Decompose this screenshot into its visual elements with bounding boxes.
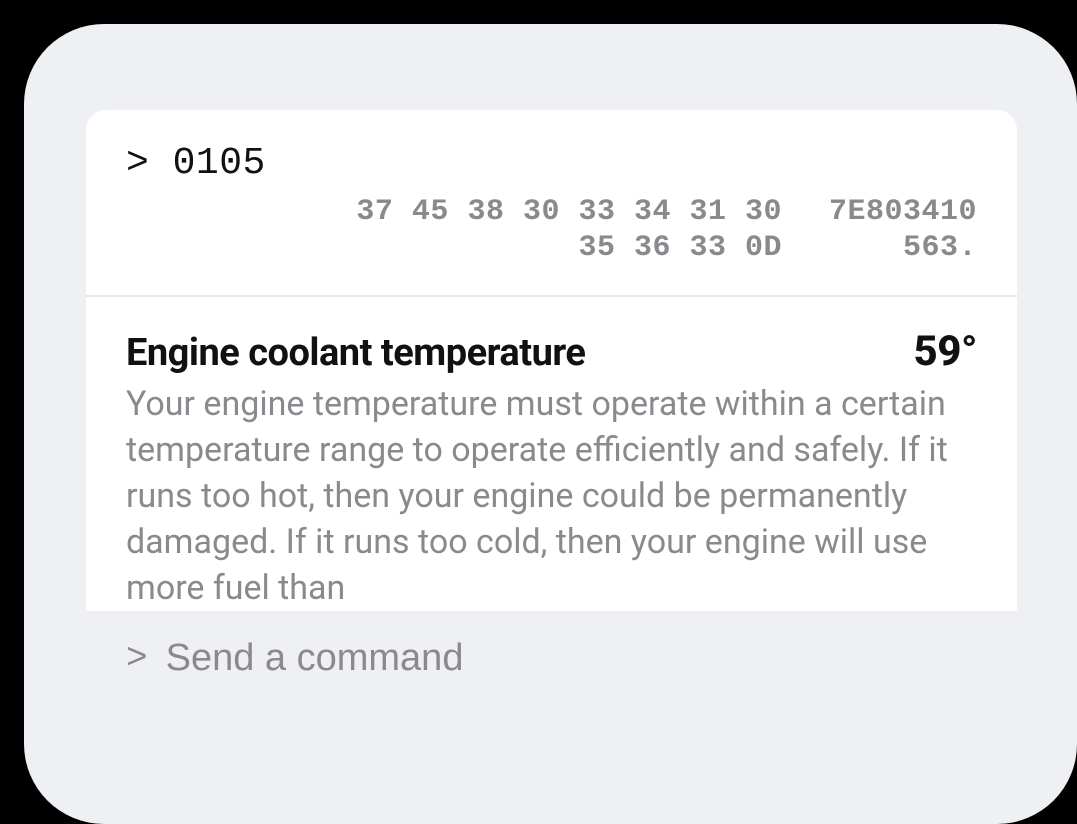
hex-ascii: 7E803410 <box>812 195 977 229</box>
hex-row: 35 36 33 0D 563. <box>126 231 977 265</box>
command-block: > 0105 37 45 38 30 33 34 31 30 7E803410 … <box>86 110 1017 295</box>
command-input-bar[interactable]: > <box>86 611 1017 780</box>
prompt-symbol: > <box>126 142 149 185</box>
hex-bytes: 35 36 33 0D <box>578 231 782 265</box>
reading-description: Your engine temperature must operate wit… <box>126 382 977 611</box>
command-input[interactable] <box>166 637 977 680</box>
command-text: 0105 <box>173 142 266 185</box>
hex-bytes: 37 45 38 30 33 34 31 30 <box>356 195 782 229</box>
hex-dump: 37 45 38 30 33 34 31 30 7E803410 35 36 3… <box>126 195 977 265</box>
terminal-card: > 0105 37 45 38 30 33 34 31 30 7E803410 … <box>86 110 1017 611</box>
hex-row: 37 45 38 30 33 34 31 30 7E803410 <box>126 195 977 229</box>
reading-value: 59° <box>914 327 977 376</box>
reading-block: Engine coolant temperature 59° Your engi… <box>86 297 1017 611</box>
device-frame: > 0105 37 45 38 30 33 34 31 30 7E803410 … <box>24 24 1077 824</box>
reading-header: Engine coolant temperature 59° <box>126 327 977 376</box>
command-line: > 0105 <box>126 142 977 185</box>
hex-ascii: 563. <box>812 231 977 265</box>
input-prompt-symbol: > <box>126 638 148 679</box>
reading-title: Engine coolant temperature <box>126 331 585 375</box>
